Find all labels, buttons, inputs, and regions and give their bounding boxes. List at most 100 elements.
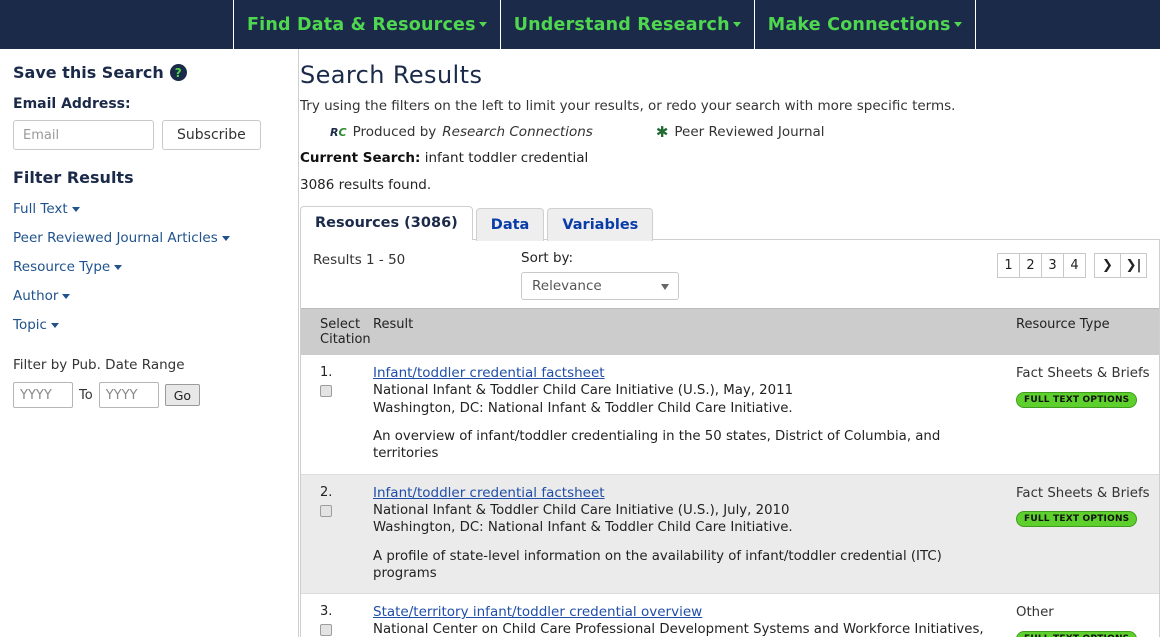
pagination-next-icon[interactable]: ❯ (1094, 253, 1121, 278)
pub-date-from-input[interactable] (13, 382, 73, 408)
filter-full-text[interactable]: Full Text (13, 201, 284, 217)
result-title-link[interactable]: Infant/toddler credential factsheet (373, 365, 605, 381)
email-field[interactable] (13, 120, 154, 150)
resource-type-value: Other (1016, 604, 1159, 622)
row-number: 2. (320, 485, 369, 500)
column-header-select-citation: Select Citation (301, 317, 369, 347)
filter-results-heading: Filter Results (13, 168, 284, 187)
resource-type-value: Fact Sheets & Briefs (1016, 485, 1159, 503)
search-hint-text: Try using the filters on the left to lim… (300, 98, 1160, 114)
navbar-logo-spacer (0, 0, 233, 49)
result-description: An overview of infant/toddler credential… (373, 428, 1007, 463)
pub-date-to-input[interactable] (99, 382, 159, 408)
sidebar: Save this Search ? Email Address: Subscr… (0, 49, 299, 637)
filter-author[interactable]: Author (13, 288, 284, 304)
filter-label: Peer Reviewed Journal Articles (13, 230, 218, 246)
row-result-cell: Infant/toddler credential factsheet Nati… (369, 485, 1007, 583)
nav-item-label: Find Data & Resources (247, 15, 476, 35)
full-text-options-badge[interactable]: FULL TEXT OPTIONS (1016, 631, 1137, 637)
nav-item-label: Make Connections (768, 15, 951, 35)
table-row: 1. Infant/toddler credential factsheet N… (301, 355, 1159, 475)
pagination-pages: 1 2 3 4 (997, 253, 1086, 278)
table-row: 3. State/territory infant/toddler creden… (301, 594, 1159, 637)
result-meta-line-1: National Center on Child Care Profession… (373, 621, 1007, 637)
legend: RC Produced by Research Connections ✱ Pe… (330, 124, 1160, 140)
full-text-options-badge[interactable]: FULL TEXT OPTIONS (1016, 392, 1137, 408)
filter-topic[interactable]: Topic (13, 317, 284, 333)
chevron-down-icon (222, 236, 230, 241)
filter-label: Topic (13, 317, 47, 333)
legend-peer-reviewed-label: Peer Reviewed Journal (674, 124, 824, 140)
pagination-arrows: ❯ ❯| (1094, 253, 1147, 278)
filter-peer-reviewed-journal-articles[interactable]: Peer Reviewed Journal Articles (13, 230, 284, 246)
legend-produced-prefix: Produced by (353, 124, 437, 140)
row-result-cell: State/territory infant/toddler credentia… (369, 604, 1007, 637)
row-select-checkbox[interactable] (320, 624, 332, 636)
save-this-search-heading: Save this Search ? (13, 63, 284, 82)
filter-pub-date-range-label: Filter by Pub. Date Range (13, 357, 284, 373)
current-search: Current Search: infant toddler credentia… (300, 150, 1160, 166)
current-search-label: Current Search: (300, 150, 420, 166)
filter-resource-type[interactable]: Resource Type (13, 259, 284, 275)
result-meta-line-1: National Infant & Toddler Child Care Ini… (373, 502, 1007, 520)
pagination-page-4[interactable]: 4 (1063, 253, 1086, 278)
legend-peer-reviewed-journal: ✱ Peer Reviewed Journal (656, 124, 825, 140)
navbar-filler (976, 0, 1160, 49)
chevron-down-icon (62, 294, 70, 299)
filter-label: Full Text (13, 201, 68, 217)
row-select-checkbox[interactable] (320, 385, 332, 397)
save-this-search-label: Save this Search (13, 63, 164, 82)
resource-type-value: Fact Sheets & Briefs (1016, 365, 1159, 383)
sort-by-label: Sort by: (521, 250, 771, 266)
result-tabs: Resources (3086) Data Variables (300, 206, 1160, 240)
result-title-link[interactable]: State/territory infant/toddler credentia… (373, 604, 702, 620)
tab-data[interactable]: Data (476, 208, 545, 241)
result-description: A profile of state-level information on … (373, 548, 1007, 583)
full-text-options-badge[interactable]: FULL TEXT OPTIONS (1016, 511, 1137, 527)
subscribe-button[interactable]: Subscribe (162, 120, 261, 150)
row-number: 1. (320, 365, 369, 380)
help-icon[interactable]: ? (170, 64, 187, 81)
pub-date-range-row: To Go (13, 382, 284, 408)
column-header-resource-type: Resource Type (1007, 317, 1159, 347)
pagination-page-3[interactable]: 3 (1041, 253, 1064, 278)
row-number: 3. (320, 604, 369, 619)
results-panel: Results 1 - 50 Sort by: Relevance 1 2 3 (300, 239, 1160, 637)
nav-item-make-connections[interactable]: Make Connections (754, 0, 975, 49)
star-icon: ✱ (656, 125, 669, 140)
table-row: 2. Infant/toddler credential factsheet N… (301, 475, 1159, 595)
pagination-page-1[interactable]: 1 (997, 253, 1020, 278)
nav-item-understand-research[interactable]: Understand Research (500, 0, 754, 49)
row-resource-type-cell: Other FULL TEXT OPTIONS (1007, 604, 1159, 637)
pagination-last-icon[interactable]: ❯| (1120, 253, 1147, 278)
filter-label: Author (13, 288, 58, 304)
result-meta-line-2: Washington, DC: National Infant & Toddle… (373, 519, 1007, 537)
result-title-link[interactable]: Infant/toddler credential factsheet (373, 485, 605, 501)
research-connections-icon: RC (330, 126, 347, 139)
chevron-down-icon (661, 284, 669, 290)
row-select-cell: 3. (301, 604, 369, 637)
row-result-cell: Infant/toddler credential factsheet Nati… (369, 365, 1007, 463)
pagination-page-2[interactable]: 2 (1019, 253, 1042, 278)
row-select-cell: 2. (301, 485, 369, 583)
column-header-result: Result (369, 317, 1007, 347)
sort-by-select[interactable]: Relevance (521, 272, 679, 300)
pagination: 1 2 3 4 ❯ ❯| (997, 250, 1147, 278)
tab-resources[interactable]: Resources (3086) (300, 206, 473, 240)
chevron-down-icon (479, 22, 487, 27)
date-range-go-button[interactable]: Go (165, 384, 200, 406)
results-table-header: Select Citation Result Resource Type (301, 308, 1159, 355)
legend-produced-source: Research Connections (442, 124, 593, 140)
tab-variables[interactable]: Variables (547, 208, 653, 241)
chevron-down-icon (954, 22, 962, 27)
row-select-checkbox[interactable] (320, 505, 332, 517)
chevron-down-icon (733, 22, 741, 27)
row-select-cell: 1. (301, 365, 369, 463)
chevron-down-icon (114, 265, 122, 270)
sort-by-value: Relevance (532, 278, 602, 294)
result-meta-line-1: National Infant & Toddler Child Care Ini… (373, 382, 1007, 400)
date-range-to-label: To (79, 388, 93, 403)
results-found-count: 3086 results found. (300, 177, 1160, 193)
nav-item-find-data-and-resources[interactable]: Find Data & Resources (233, 0, 500, 49)
result-meta-line-2: Washington, DC: National Infant & Toddle… (373, 400, 1007, 418)
